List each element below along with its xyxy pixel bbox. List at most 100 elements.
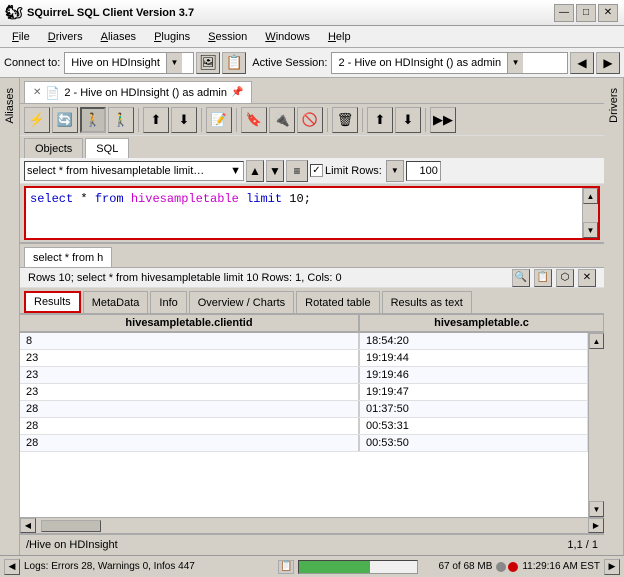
tab-sql[interactable]: SQL <box>85 138 129 158</box>
scroll-right-btn[interactable]: ▶ <box>604 559 620 575</box>
minimize-button[interactable]: — <box>554 4 574 22</box>
sql-editor[interactable]: select * from hivesampletable limit 10; <box>26 188 598 238</box>
menu-session[interactable]: Session <box>200 29 255 45</box>
format-query-btn[interactable]: ≡ <box>286 160 308 182</box>
menu-drivers[interactable]: Drivers <box>40 29 91 45</box>
close-tab-btn[interactable]: ✕ <box>33 87 41 98</box>
grid-h-scrollbar[interactable]: ◀ ▶ <box>20 517 604 533</box>
table-row: 28 00:53:50 <box>20 435 588 452</box>
tab-metadata[interactable]: MetaData <box>83 291 149 313</box>
toolbar-forward-btn[interactable]: ▶ <box>596 52 620 74</box>
tab-overview-charts-label: Overview / Charts <box>198 297 285 309</box>
collapse-btn[interactable]: ⬇ <box>395 107 421 133</box>
grid-scroll-up[interactable]: ▲ <box>589 333 604 349</box>
cell-time-5: 01:37:50 <box>360 401 588 417</box>
result-search-btn[interactable]: 🔍 <box>512 269 530 287</box>
tab-objects[interactable]: Objects <box>24 138 83 158</box>
grid-header: hivesampletable.clientid hivesampletable… <box>20 315 604 333</box>
limit-input[interactable] <box>406 161 441 181</box>
main-status-bar: /Hive on HDInsight 1,1 / 1 <box>20 533 604 555</box>
tab-overview-charts[interactable]: Overview / Charts <box>189 291 294 313</box>
tab-results-as-text[interactable]: Results as text <box>382 291 472 313</box>
session-tab[interactable]: ✕ 📄 2 - Hive on HDInsight () as admin 📌 <box>24 81 252 103</box>
tab-rotated-table-label: Rotated table <box>305 297 370 309</box>
editor-scrollbar[interactable]: ▲ ▼ <box>582 188 598 238</box>
limit-label: Limit Rows: <box>325 165 382 177</box>
sep1 <box>138 108 139 132</box>
grid-scroll-down[interactable]: ▼ <box>589 501 604 517</box>
tab-info[interactable]: Info <box>150 291 186 313</box>
toolbar-btn-1[interactable]: 🖼 <box>196 52 220 74</box>
sep3 <box>236 108 237 132</box>
menu-windows[interactable]: Windows <box>257 29 318 45</box>
sidebar-aliases: Aliases <box>0 78 20 555</box>
more-btn[interactable]: ▶▶ <box>430 107 456 133</box>
query-combo-arrow[interactable]: ▼ <box>230 165 241 177</box>
cell-time-7: 00:53:50 <box>360 435 588 451</box>
prev-query-btn[interactable]: ▲ <box>246 160 264 182</box>
app-title: SQuirreL SQL Client Version 3.7 <box>27 7 194 19</box>
maximize-button[interactable]: □ <box>576 4 596 22</box>
result-close-btn[interactable]: ✕ <box>578 269 596 287</box>
expand-btn[interactable]: ⬆ <box>367 107 393 133</box>
query-result-tab-label: select * from h <box>33 252 103 264</box>
tab-results[interactable]: Results <box>24 291 81 313</box>
connect-session-btn[interactable]: 🔌 <box>269 107 295 133</box>
run-all-btn[interactable]: 🔄 <box>52 107 78 133</box>
next-sql-btn[interactable]: ⬇ <box>171 107 197 133</box>
clear-btn[interactable]: 🗑 <box>332 107 358 133</box>
cell-time-4: 19:19:47 <box>360 384 588 400</box>
connect-dropdown-arrow[interactable]: ▼ <box>166 53 182 73</box>
query-tab-strip: select * from h <box>20 244 604 268</box>
table-row: 28 00:53:31 <box>20 418 588 435</box>
result-export-btn[interactable]: ⬡ <box>556 269 574 287</box>
h-scroll-left[interactable]: ◀ <box>20 518 36 533</box>
menu-plugins[interactable]: Plugins <box>146 29 198 45</box>
limit-combo-arrow[interactable]: ▼ <box>387 161 403 181</box>
menu-help[interactable]: Help <box>320 29 359 45</box>
connect-value: Hive on HDInsight <box>67 57 164 69</box>
disconnect-btn[interactable]: 🚫 <box>297 107 323 133</box>
editor-scroll-down[interactable]: ▼ <box>583 222 598 238</box>
step-btn[interactable]: 🚶‍♂️ <box>108 107 134 133</box>
stop-btn[interactable]: 🚶 <box>80 107 106 133</box>
grid-content: 8 18:54:20 23 19:19:44 23 19:19:46 <box>20 333 588 517</box>
status-position: 1,1 / 1 <box>567 539 598 551</box>
toolbar-back-btn[interactable]: ◀ <box>570 52 594 74</box>
session-label: Active Session: <box>252 57 327 69</box>
result-copy-btn[interactable]: 📋 <box>534 269 552 287</box>
limit-checkbox[interactable]: ✓ <box>310 164 323 177</box>
drivers-label[interactable]: Drivers <box>606 82 622 129</box>
h-scroll-thumb[interactable] <box>41 520 101 532</box>
prev-sql-btn[interactable]: ⬆ <box>143 107 169 133</box>
limit-combo[interactable]: ▼ <box>386 160 404 182</box>
query-history-combo[interactable]: select * from hivesampletable limit 10 ▼ <box>24 161 244 181</box>
run-sql-btn[interactable]: ⚡ <box>24 107 50 133</box>
editor-scroll-up[interactable]: ▲ <box>583 188 598 204</box>
tab-sql-label: SQL <box>96 143 118 155</box>
toolbar-btn-2[interactable]: 📋 <box>222 52 246 74</box>
session-combo[interactable]: 2 - Hive on HDInsight () as admin ▼ <box>331 52 568 74</box>
h-scroll-track[interactable] <box>36 518 588 533</box>
bookmark-btn[interactable]: 🔖 <box>241 107 267 133</box>
cell-time-6: 00:53:31 <box>360 418 588 434</box>
connect-combo[interactable]: Hive on HDInsight ▼ <box>64 52 194 74</box>
session-tab-pin[interactable]: 📌 <box>231 87 243 98</box>
grid-v-scrollbar[interactable]: ▲ ▼ <box>588 333 604 517</box>
dot-indicator-2 <box>508 562 518 572</box>
query-result-tab[interactable]: select * from h <box>24 247 112 267</box>
aliases-label[interactable]: Aliases <box>2 82 18 129</box>
menu-file[interactable]: File <box>4 29 38 45</box>
next-query-btn[interactable]: ▼ <box>266 160 284 182</box>
menu-aliases[interactable]: Aliases <box>93 29 144 45</box>
h-scroll-right[interactable]: ▶ <box>588 518 604 533</box>
memory-text: 67 of 68 MB <box>422 561 492 572</box>
session-dropdown-arrow[interactable]: ▼ <box>507 53 523 73</box>
tab-rotated-table[interactable]: Rotated table <box>296 291 379 313</box>
query-history-text: select * from hivesampletable limit 10 <box>27 165 207 177</box>
format-btn[interactable]: 📝 <box>206 107 232 133</box>
close-button[interactable]: ✕ <box>598 4 618 22</box>
scroll-left-btn[interactable]: ◀ <box>4 559 20 575</box>
cell-time-2: 19:19:44 <box>360 350 588 366</box>
cell-clientid-5: 28 <box>20 401 360 417</box>
